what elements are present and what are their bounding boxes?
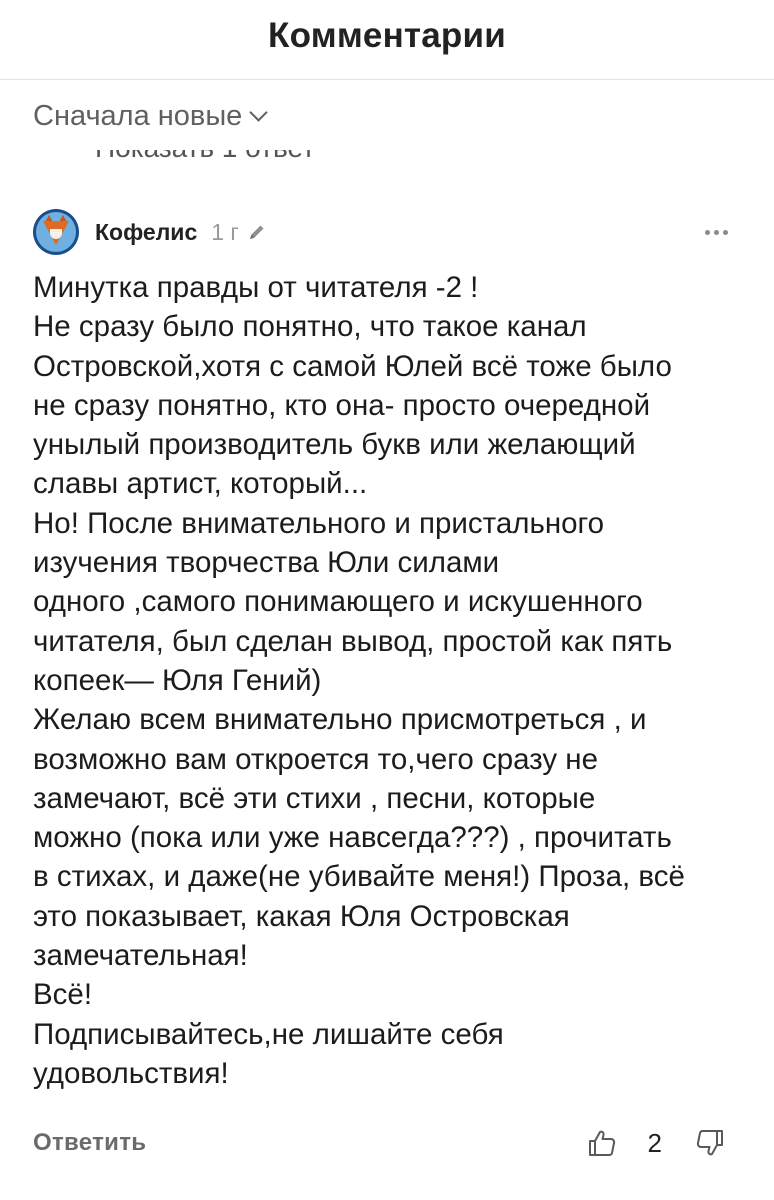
comment-text-line: одного ,самого понимающего и искушенного [33,585,643,619]
sort-label: Сначала новые [33,100,243,132]
rating-actions: 2 [586,1127,726,1159]
reply-button[interactable]: Ответить [33,1129,146,1157]
sort-dropdown[interactable]: Сначала новые [33,100,269,133]
show-replies-label: Показать 1 ответ [95,150,315,164]
pencil-icon [247,222,267,242]
comment-text-line: Минутка правды от читателя -2 ! [33,271,479,304]
comment-text-line: Желаю всем внимательно присмотреться , и [33,703,647,737]
page-title: Комментарии [268,15,506,55]
comment-header: Кофелис 1 г [33,207,734,257]
comment-text-line: Но! После внимательного и пристального [33,506,605,540]
more-dot [714,229,719,235]
comment-text-line: изучения творчества Юли силами [33,546,500,580]
comment-text-line: возможно вам откроется то,чего сразу не [33,742,599,776]
comment-text-line: Не сразу было понятно, что такое канал [33,310,587,344]
more-dot [723,229,728,235]
comment-text-line: унылый производитель букв или желающий [33,428,636,462]
comment-text-line: Всё! [33,978,93,1012]
author-name[interactable]: Кофелис [95,219,197,246]
thumbs-up-icon[interactable] [586,1127,618,1159]
comment-text-line: в стихах, и даже(не убивайте меня!) Проз… [33,860,685,894]
comment-text: Минутка правды от читателя -2 ! Не сразу … [33,268,753,1093]
more-dot [705,229,710,235]
avatar[interactable] [33,209,79,255]
comment-text-line: удовольствия! [33,1056,229,1090]
thumbs-up-icon-svg [588,1130,615,1156]
comment-text-line: копеек— Юля Гений) [33,663,322,697]
comment-text-line: замечательная! [33,939,248,973]
like-count: 2 [647,1127,662,1158]
thumbs-down-icon[interactable] [694,1127,726,1159]
comment-text-line: Подписывайтесь,не лишайте себя [33,1017,504,1051]
header: Комментарии [0,0,774,80]
pencil-icon-svg [249,225,264,239]
comments-page: Комментарии Сначала новые Показать 1 отв… [0,0,774,1200]
comment-text-line: Островской,хотя с самой Юлей всё тоже бы… [33,349,672,383]
comment-text-line: можно (пока или уже навсегда???) , прочи… [33,821,672,855]
comment-text-line: читателя, был сделан вывод, простой как … [33,624,673,658]
comment-text-line: это показывает, какая Юля Островская [33,899,570,933]
more-icon[interactable] [699,224,734,241]
comment-footer: Ответить 2 [33,1118,726,1168]
comment-text-line: не сразу понятно, кто она- просто очеред… [33,388,651,422]
chevron-down-icon [249,103,269,122]
comment-text-line: замечают, всё эти стихи , песни, которые [33,781,596,815]
comment-text-line: славы артист, который... [33,467,368,501]
show-replies-link-partial[interactable]: Показать 1 ответ [95,150,345,164]
thumbs-down-icon-svg [696,1130,723,1156]
comment-time: 1 г [211,218,239,245]
